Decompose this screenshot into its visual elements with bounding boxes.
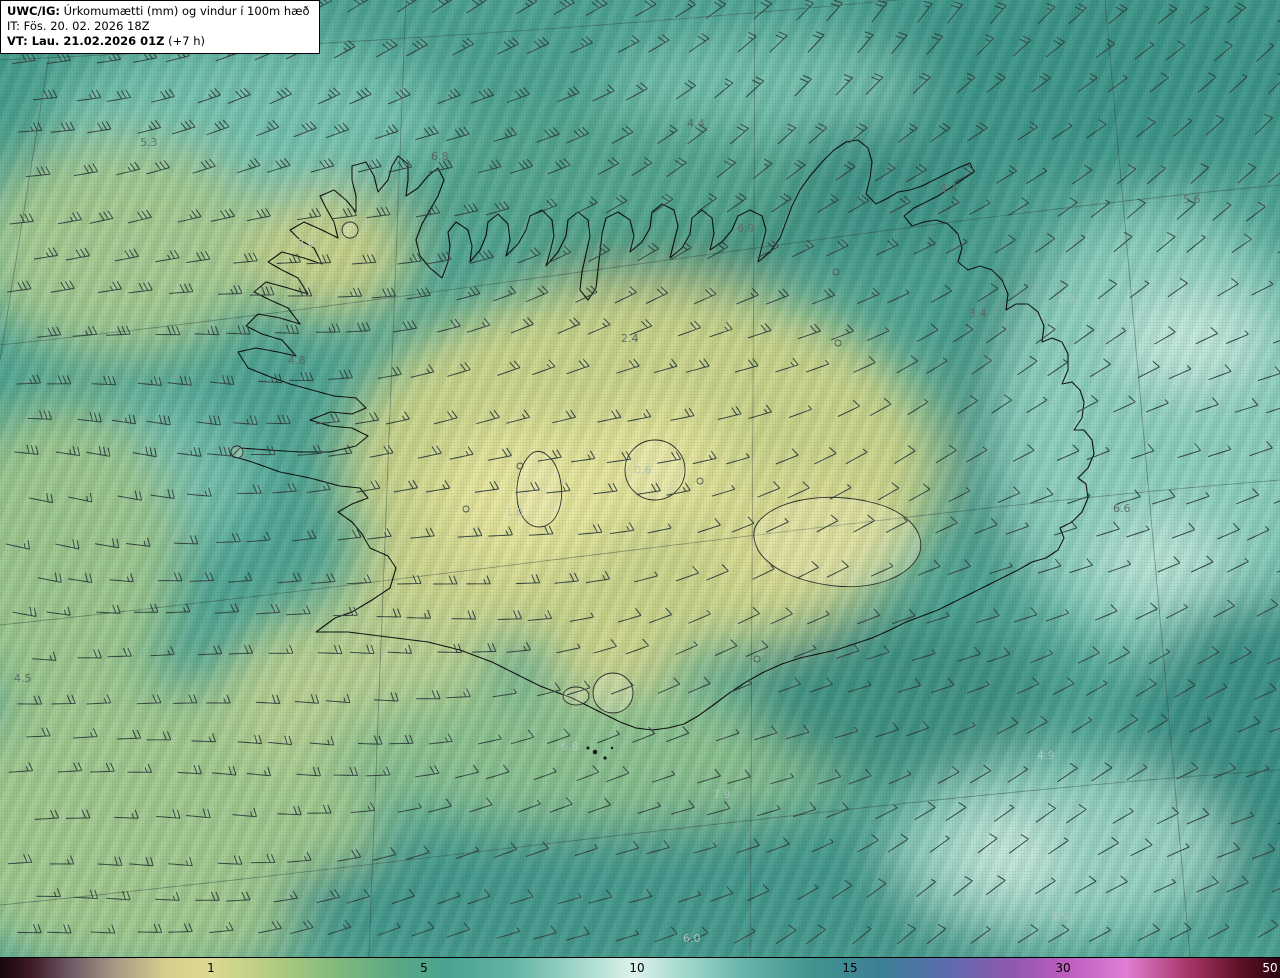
map-svg: 5.3 6.8 4.4 4.4 5.6 6.9 2.8 3.4 2.4 2.6 4.8 0.6 1.0 6… bbox=[0, 0, 1280, 978]
map-value-label: 5.9 bbox=[1051, 910, 1069, 923]
product-title: Úrkomumætti (mm) og vindur í 100m hæð bbox=[63, 4, 310, 18]
title-box: UWC/IG: Úrkomumætti (mm) og vindur í 100… bbox=[0, 0, 320, 54]
map-value-label: 4.8 bbox=[288, 354, 306, 367]
init-time-line: IT: Fös. 20. 02. 2026 18Z bbox=[7, 18, 150, 33]
map-value-label: 6.8 bbox=[561, 740, 579, 753]
map-value-label: 1.0 bbox=[506, 506, 524, 519]
map-value-label: 4.9 bbox=[1037, 749, 1055, 762]
glacier-snaefellsjokull bbox=[230, 445, 244, 459]
valid-time-line: VT: Lau. 21.02.2026 01Z (+7 h) bbox=[7, 34, 310, 49]
map-value-label: 7.9 bbox=[713, 788, 731, 801]
title-line: UWC/IG: Úrkomumætti (mm) og vindur í 100… bbox=[7, 4, 310, 19]
map-value-label: 6.6 bbox=[1113, 502, 1131, 515]
map-value-label: 3.4 bbox=[969, 307, 987, 320]
weather-map-canvas: 5.3 6.8 4.4 4.4 5.6 6.9 2.8 3.4 2.4 2.6 4.8 0.6 1.0 6… bbox=[0, 0, 1280, 978]
map-value-label: 2.6 bbox=[297, 237, 315, 250]
map-value-label: 4.4 bbox=[687, 117, 705, 130]
colorbar-tick-label: 50 bbox=[1262, 961, 1278, 975]
map-value-label: 5.3 bbox=[140, 136, 158, 149]
product-label: UWC/IG: bbox=[7, 4, 60, 18]
precipitation-colorbar: 1 5 10 15 30 50 bbox=[0, 957, 1280, 978]
map-value-label: 2.8 bbox=[1057, 292, 1075, 305]
map-value-label: 4.4 bbox=[940, 182, 958, 195]
valid-time-main: VT: Lau. 21.02.2026 01Z bbox=[7, 33, 165, 48]
colorbar-tick-label: 1 bbox=[207, 961, 215, 975]
map-value-label: 2.4 bbox=[621, 332, 639, 345]
colorbar-tick-label: 10 bbox=[629, 961, 645, 975]
colorbar-tick-label: 30 bbox=[1055, 961, 1071, 975]
map-value-label: 6.0 bbox=[683, 932, 701, 945]
map-value-label: 0.6 bbox=[634, 464, 652, 477]
valid-time-offset: (+7 h) bbox=[168, 33, 205, 48]
map-value-label: 6.8 bbox=[431, 150, 449, 163]
colorbar-tick-label: 5 bbox=[420, 961, 428, 975]
colorbar-tick-label: 15 bbox=[842, 961, 858, 975]
map-value-label: 6.9 bbox=[737, 222, 755, 235]
glacier-drangajokull bbox=[341, 221, 359, 239]
map-value-label: 5.6 bbox=[1183, 193, 1201, 206]
map-value-label: 4.5 bbox=[14, 672, 32, 685]
